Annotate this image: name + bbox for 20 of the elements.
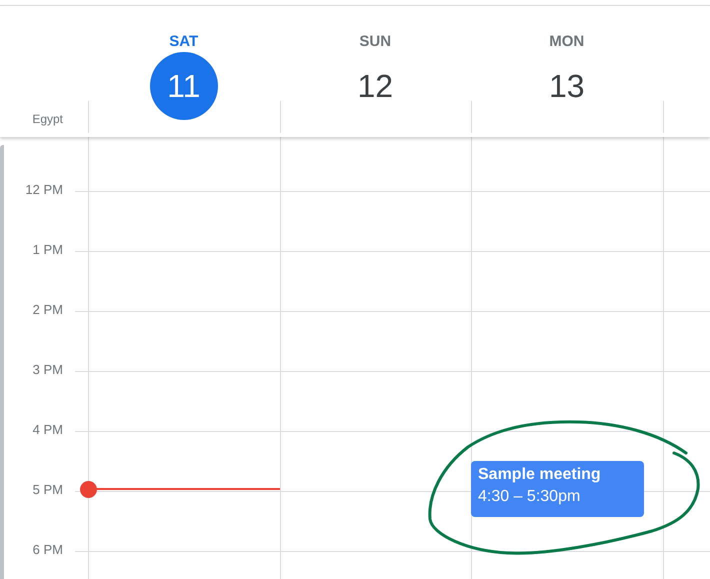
grid-cell [662, 311, 710, 371]
timezone-label: Egypt [32, 111, 63, 128]
grid-cell [662, 251, 710, 311]
date-number[interactable]: 12 [341, 52, 410, 120]
time-label: 6 PM [32, 542, 63, 558]
current-time-dot [80, 481, 97, 498]
time-label: 3 PM [32, 362, 63, 378]
day-name: SUN [358, 33, 392, 51]
selected-date[interactable]: 11 [150, 52, 218, 120]
time-label: 12 PM [25, 182, 63, 198]
day-name: SAT [168, 33, 200, 51]
day-name: MON [548, 33, 586, 51]
date-number[interactable]: 13 [532, 52, 601, 120]
event-block[interactable]: Sample meeting 4:30 – 5:30pm [471, 461, 644, 517]
time-label: 5 PM [32, 482, 63, 498]
time-label: 1 PM [32, 242, 63, 258]
time-label: 2 PM [32, 302, 63, 318]
grid-cell [662, 371, 710, 431]
grid-cell [662, 491, 710, 551]
time-label: 4 PM [32, 422, 63, 438]
